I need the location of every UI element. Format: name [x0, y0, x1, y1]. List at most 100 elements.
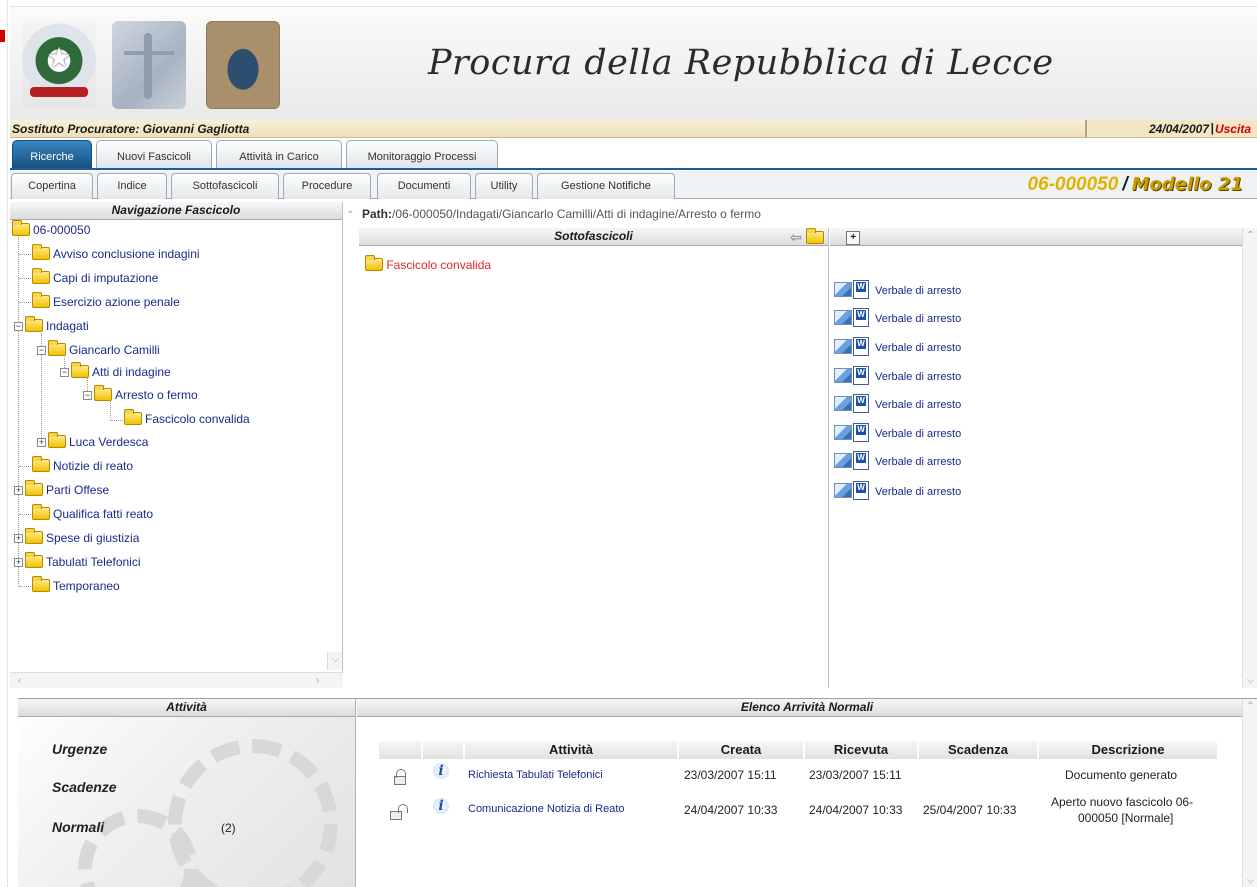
subtab-gestione-notifiche[interactable]: Gestione Notifiche [537, 173, 675, 199]
document-label: Verbale di arresto [875, 399, 962, 411]
tree-node-indagati[interactable]: − Indagati [14, 316, 89, 336]
arrivals-pane: Elenco Arrività Normali Attività Creata … [357, 699, 1257, 887]
column-created[interactable]: Creata [679, 741, 803, 759]
column-lock [379, 741, 421, 759]
column-received[interactable]: Ricevuta [805, 741, 917, 759]
activity-link[interactable]: Comunicazione Notizia di Reato [468, 803, 625, 815]
column-deadline[interactable]: Scadenza [919, 741, 1037, 759]
tree-node-notizie[interactable]: Notizie di reato [32, 456, 133, 476]
normal-link[interactable]: Normali [52, 819, 104, 835]
tab-monitoraggio-processi[interactable]: Monitoraggio Processi [346, 140, 498, 168]
tree-node-fascicolo-convalida[interactable]: Fascicolo convalida [124, 409, 250, 429]
tree-node-root[interactable]: 06-000050 [12, 220, 90, 240]
folder-icon [25, 316, 43, 332]
column-description[interactable]: Descrizione [1039, 741, 1217, 759]
collapse-icon[interactable]: − [60, 368, 69, 377]
tree-node-temporaneo[interactable]: Temporaneo [32, 576, 120, 596]
tab-attivita-in-carico[interactable]: Attività in Carico [216, 140, 342, 168]
case-number: 06-000050 [1027, 174, 1119, 195]
user-bar: Sostituto Procuratore: Giovanni Gagliott… [10, 120, 1257, 138]
tree-node-label: Indagati [46, 319, 89, 333]
tab-nuovi-fascicoli[interactable]: Nuovi Fascicoli [96, 140, 212, 168]
tree-node-tabulati[interactable]: + Tabulati Telefonici [14, 552, 141, 572]
tree-node-label: Parti Offese [46, 483, 110, 497]
folder-icon [32, 456, 50, 472]
tree-node-esercizio[interactable]: Esercizio azione penale [32, 292, 180, 312]
image-icon [834, 339, 852, 354]
documents-pane: + Verbale di arresto Verbale di arresto … [830, 228, 1257, 688]
new-document-icon[interactable]: + [846, 231, 860, 245]
chevron-left-icon: ‹ [17, 675, 22, 686]
tree-node-atti[interactable]: − Atti di indagine [60, 362, 171, 382]
column-activity[interactable]: Attività [465, 741, 677, 759]
info-icon[interactable]: i [433, 763, 449, 779]
tree-node-qualifica[interactable]: Qualifica fatti reato [32, 504, 153, 524]
tree-node-luca[interactable]: + Luca Verdesca [37, 432, 148, 452]
tree-node-arresto[interactable]: − Arresto o fermo [83, 385, 198, 405]
tree-connector [19, 302, 31, 303]
document-item[interactable]: Verbale di arresto [834, 366, 961, 388]
expand-icon[interactable]: + [14, 486, 23, 495]
chevron-up-icon: ⌃ [1246, 701, 1255, 712]
folder-icon [48, 340, 66, 356]
tree-node-giancarlo[interactable]: − Giancarlo Camilli [37, 340, 160, 360]
folder-icon [32, 244, 50, 260]
chevron-up-icon[interactable]: ⌃ [343, 208, 358, 223]
word-document-icon [853, 423, 869, 442]
folder-icon [32, 576, 50, 592]
nav-horizontal-scrollbar[interactable]: ‹ › [10, 672, 343, 688]
parent-folder-icon[interactable] [806, 228, 824, 245]
chevron-down-icon: ⌵ [331, 654, 340, 665]
arrivals-scrollbar[interactable]: ⌃ ⌵ [1242, 699, 1257, 887]
collapse-icon[interactable]: − [14, 322, 23, 331]
document-item[interactable]: Verbale di arresto [834, 481, 961, 503]
collapse-icon[interactable]: − [37, 346, 46, 355]
left-gutter [0, 0, 8, 887]
tree-connector [19, 586, 31, 587]
document-item[interactable]: Verbale di arresto [834, 308, 961, 330]
subfolder-item[interactable]: Fascicolo convalida [365, 255, 491, 272]
navigation-pane: Navigazione Fascicolo 06-000050 Avviso c… [10, 202, 343, 688]
tree-node-avviso[interactable]: Avviso conclusione indagini [32, 244, 200, 264]
tree-node-spese[interactable]: + Spese di giustizia [14, 528, 139, 548]
back-arrow-icon[interactable]: ⇦ [790, 229, 802, 246]
urgent-link[interactable]: Urgenze [52, 741, 107, 757]
documents-scrollbar[interactable]: ⌃ ⌵ [1242, 228, 1257, 688]
document-item[interactable]: Verbale di arresto [834, 423, 961, 445]
word-document-icon [853, 280, 869, 299]
subtab-indice[interactable]: Indice [97, 173, 167, 199]
exit-link[interactable]: Uscita [1215, 122, 1251, 136]
case-separator: / [1122, 174, 1128, 195]
date-separator: | [1210, 121, 1214, 135]
activity-link[interactable]: Richiesta Tabulati Telefonici [468, 769, 603, 781]
path-prefix: Path: [362, 207, 392, 221]
main-tabs: Ricerche Nuovi Fascicoli Attività in Car… [10, 140, 1257, 170]
collapse-icon[interactable]: − [83, 391, 92, 400]
subtab-procedure[interactable]: Procedure [283, 173, 371, 199]
info-icon[interactable]: i [433, 798, 449, 814]
folder-icon [32, 268, 50, 284]
document-item[interactable]: Verbale di arresto [834, 280, 961, 302]
lock-closed-icon [394, 769, 406, 785]
tree-node-capi[interactable]: Capi di imputazione [32, 268, 158, 288]
subtab-copertina[interactable]: Copertina [11, 173, 93, 199]
expand-icon[interactable]: + [14, 534, 23, 543]
tree-node-label: Esercizio azione penale [53, 295, 180, 309]
document-item[interactable]: Verbale di arresto [834, 394, 961, 416]
subtab-sottofascicoli[interactable]: Sottofascicoli [171, 173, 279, 199]
document-label: Verbale di arresto [875, 486, 962, 498]
nav-scroll-down[interactable]: ⌵ [327, 652, 342, 670]
document-item[interactable]: Verbale di arresto [834, 337, 961, 359]
document-label: Verbale di arresto [875, 371, 962, 383]
expand-icon[interactable]: + [14, 558, 23, 567]
tree-connector [19, 254, 31, 255]
tree-node-label: Temporaneo [53, 579, 120, 593]
tree-node-parti-offese[interactable]: + Parti Offese [14, 480, 109, 500]
deadlines-link[interactable]: Scadenze [52, 779, 117, 795]
document-item[interactable]: Verbale di arresto [834, 451, 961, 473]
expand-icon[interactable]: + [37, 438, 46, 447]
tab-ricerche[interactable]: Ricerche [12, 140, 92, 168]
subtab-utility[interactable]: Utility [475, 173, 533, 199]
subtab-documenti[interactable]: Documenti [377, 173, 471, 199]
word-document-icon [853, 481, 869, 500]
